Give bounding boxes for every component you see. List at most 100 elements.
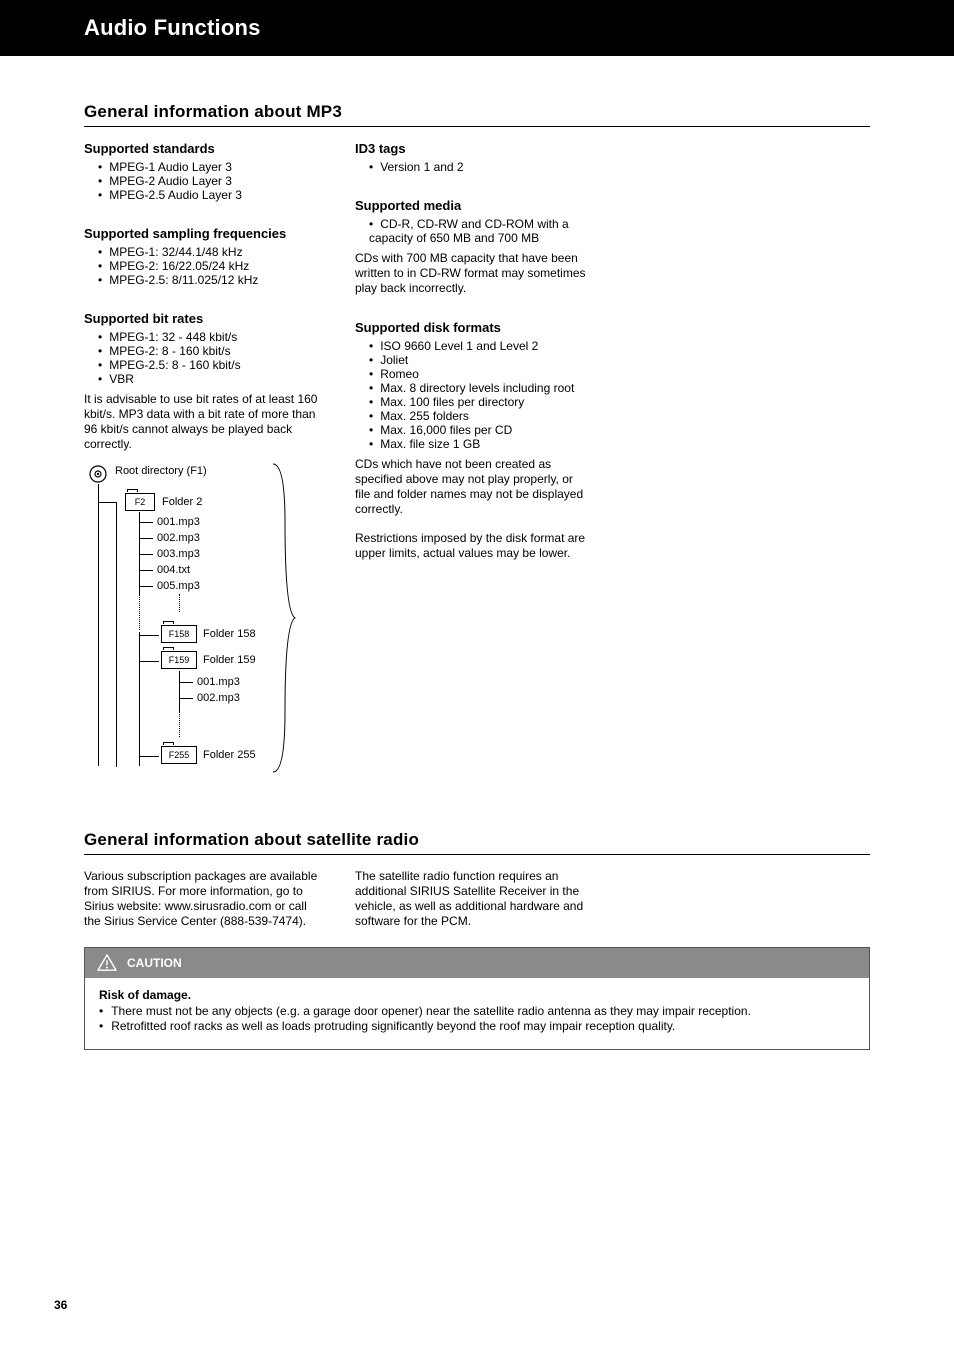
folder-tab xyxy=(163,621,174,624)
caution-box: CAUTION Risk of damage. There must not b… xyxy=(84,947,870,1050)
file-label: 004.txt xyxy=(157,564,190,576)
folder-box: F255 xyxy=(161,746,197,764)
col-right xyxy=(626,141,870,790)
caution-item: Retrofitted roof racks as well as loads … xyxy=(99,1019,855,1035)
folder-box: F2 xyxy=(125,493,155,511)
supported-title: Supported standards xyxy=(84,141,319,156)
list-item: ISO 9660 Level 1 and Level 2 xyxy=(369,339,590,353)
folder-label: Folder 255 xyxy=(203,749,256,761)
tree-dots xyxy=(179,711,180,737)
bitrates-title: Supported bit rates xyxy=(84,311,319,326)
list-item: Joliet xyxy=(369,353,590,367)
page-content: General information about MP3 Supported … xyxy=(0,102,954,1050)
list-item: Max. file size 1 GB xyxy=(369,437,590,451)
list-item: Max. 255 folders xyxy=(369,409,590,423)
sat-spacer xyxy=(626,869,870,929)
list-item: Max. 100 files per directory xyxy=(369,395,590,409)
page-number: 36 xyxy=(54,1298,67,1312)
col-left: Supported standards MPEG-1 Audio Layer 3… xyxy=(84,141,319,790)
folder-label: Folder 2 xyxy=(162,496,202,508)
sat-p2: The satellite radio function requires an… xyxy=(355,869,590,929)
id3-list: Version 1 and 2 xyxy=(355,160,590,174)
caution-label: Risk of damage. xyxy=(99,988,855,1004)
folder-box: F159 xyxy=(161,651,197,669)
tree-dots xyxy=(139,594,140,630)
tree-line xyxy=(139,635,159,636)
list-item: MPEG-2: 8 - 160 kbit/s xyxy=(98,344,319,358)
media-note: CDs with 700 MB capacity that have been … xyxy=(355,251,590,296)
list-item: MPEG-2.5: 8/11.025/12 kHz xyxy=(98,273,319,287)
tree-line xyxy=(98,502,116,503)
file-label: 005.mp3 xyxy=(157,580,200,592)
tree-line xyxy=(139,570,153,571)
list-item: VBR xyxy=(98,372,319,386)
tree-dots xyxy=(116,590,117,630)
formats-list: ISO 9660 Level 1 and Level 2 Joliet Rome… xyxy=(355,339,590,451)
caution-item: There must not be any objects (e.g. a ga… xyxy=(99,1004,855,1020)
file-label: 002.mp3 xyxy=(197,692,240,704)
tree-line xyxy=(116,502,117,767)
supported-list: MPEG-1 Audio Layer 3 MPEG-2 Audio Layer … xyxy=(84,160,319,202)
id3-title: ID3 tags xyxy=(355,141,590,156)
tree-line xyxy=(179,682,193,683)
list-item: MPEG-2.5 Audio Layer 3 xyxy=(98,188,319,202)
list-item: MPEG-2: 16/22.05/24 kHz xyxy=(98,259,319,273)
caution-header: CAUTION xyxy=(85,948,869,978)
formats-title: Supported disk formats xyxy=(355,320,590,335)
list-item: MPEG-1 Audio Layer 3 xyxy=(98,160,319,174)
tree-line xyxy=(179,698,193,699)
sampling-list: MPEG-1: 32/44.1/48 kHz MPEG-2: 16/22.05/… xyxy=(84,245,319,287)
tree-dots xyxy=(98,590,99,630)
file-label: 002.mp3 xyxy=(157,532,200,544)
section2-heading: General information about satellite radi… xyxy=(84,830,870,850)
folder-box: F158 xyxy=(161,625,197,643)
section1-rule xyxy=(84,126,870,127)
tree-dots xyxy=(179,594,180,612)
brace-icon xyxy=(271,462,297,774)
file-label: 001.mp3 xyxy=(197,676,240,688)
tree-line xyxy=(139,554,153,555)
disc-icon xyxy=(89,465,107,483)
folder-tab xyxy=(127,489,138,492)
tree-line xyxy=(139,756,159,757)
topbar: Audio Functions xyxy=(0,0,954,56)
folder-label: Folder 159 xyxy=(203,654,256,666)
sat-p1-col: Various subscription packages are availa… xyxy=(84,869,319,929)
root-label: Root directory (F1) xyxy=(115,465,207,477)
media-list: CD-R, CD-RW and CD-ROM with a capacity o… xyxy=(355,217,590,245)
bitrates-list: MPEG-1: 32 - 448 kbit/s MPEG-2: 8 - 160 … xyxy=(84,330,319,386)
tree-line xyxy=(139,586,153,587)
sat-p1: Various subscription packages are availa… xyxy=(84,869,319,929)
list-item: CD-R, CD-RW and CD-ROM with a capacity o… xyxy=(369,217,590,245)
list-item: MPEG-2 Audio Layer 3 xyxy=(98,174,319,188)
tree-line xyxy=(139,538,153,539)
col-mid: ID3 tags Version 1 and 2 Supported media… xyxy=(355,141,590,790)
tree-dots xyxy=(139,716,140,746)
tree-line xyxy=(139,522,153,523)
sat-p2-col: The satellite radio function requires an… xyxy=(355,869,590,929)
caution-body: Risk of damage. There must not be any ob… xyxy=(85,978,869,1049)
formats-note2: Restrictions imposed by the disk format … xyxy=(355,531,590,561)
file-label: 003.mp3 xyxy=(157,548,200,560)
caution-title: CAUTION xyxy=(127,956,182,970)
tree-line xyxy=(139,661,159,662)
file-label: 001.mp3 xyxy=(157,516,200,528)
list-item: Max. 8 directory levels including root xyxy=(369,381,590,395)
list-item: MPEG-1: 32 - 448 kbit/s xyxy=(98,330,319,344)
list-item: Max. 16,000 files per CD xyxy=(369,423,590,437)
folder-diagram: Root directory (F1) F2 Folder 2 xyxy=(84,460,319,790)
list-item: Version 1 and 2 xyxy=(369,160,590,174)
section1-heading: General information about MP3 xyxy=(84,102,870,122)
warning-icon xyxy=(97,954,117,972)
list-item: MPEG-2.5: 8 - 160 kbit/s xyxy=(98,358,319,372)
media-title: Supported media xyxy=(355,198,590,213)
list-item: Romeo xyxy=(369,367,590,381)
list-item: MPEG-1: 32/44.1/48 kHz xyxy=(98,245,319,259)
folder-tab xyxy=(163,647,174,650)
section2-rule xyxy=(84,854,870,855)
topbar-title: Audio Functions xyxy=(0,15,261,41)
bitrates-note: It is advisable to use bit rates of at l… xyxy=(84,392,319,452)
formats-note1: CDs which have not been created as speci… xyxy=(355,457,590,517)
folder-label: Folder 158 xyxy=(203,628,256,640)
folder-tab xyxy=(163,742,174,745)
